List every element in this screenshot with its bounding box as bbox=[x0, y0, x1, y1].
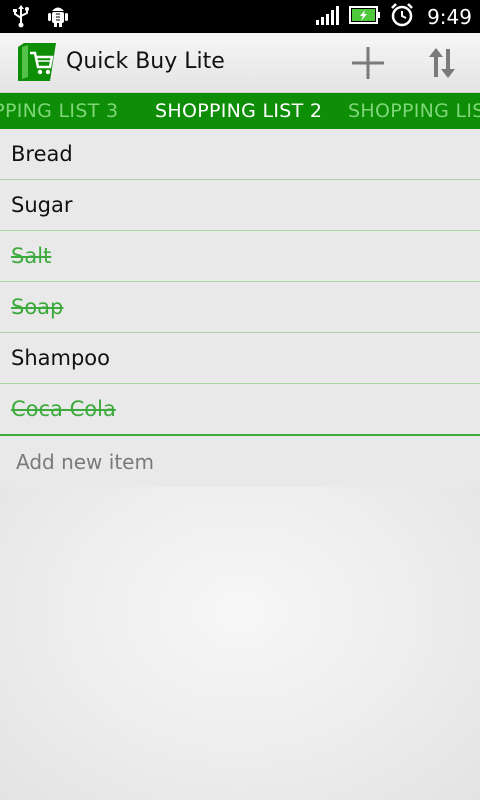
tab-shopping-list-2[interactable]: SHOPPING LIST 2 bbox=[155, 100, 322, 122]
add-icon[interactable] bbox=[348, 43, 388, 83]
battery-charging-icon bbox=[349, 5, 381, 29]
status-bar: 9:49 bbox=[0, 0, 480, 33]
shopping-list: Bread Sugar Salt Soap Shampoo Coca Cola bbox=[0, 129, 480, 435]
list-item-soap[interactable]: Soap bbox=[0, 282, 480, 333]
list-item-label: Salt bbox=[11, 244, 52, 268]
list-item-shampoo[interactable]: Shampoo bbox=[0, 333, 480, 384]
list-item-label: Bread bbox=[11, 142, 73, 166]
sort-icon[interactable] bbox=[422, 43, 462, 83]
empty-background bbox=[0, 487, 480, 800]
tab-shopping-list-3[interactable]: OPPING LIST 3 bbox=[0, 100, 118, 122]
usb-icon bbox=[10, 4, 32, 32]
add-item-row bbox=[0, 434, 480, 488]
android-debug-icon bbox=[46, 4, 70, 32]
alarm-icon bbox=[389, 2, 415, 32]
action-bar: Quick Buy Lite bbox=[0, 33, 480, 93]
list-tabs: OPPING LIST 3 SHOPPING LIST 2 SHOPPING L… bbox=[0, 93, 480, 129]
list-item-coca-cola[interactable]: Coca Cola bbox=[0, 384, 480, 435]
shopping-cart-icon[interactable] bbox=[16, 43, 58, 81]
list-item-bread[interactable]: Bread bbox=[0, 129, 480, 180]
app-title: Quick Buy Lite bbox=[66, 49, 225, 74]
add-item-input[interactable] bbox=[16, 450, 456, 474]
list-item-label: Soap bbox=[11, 295, 64, 319]
list-item-salt[interactable]: Salt bbox=[0, 231, 480, 282]
tab-shopping-list-next[interactable]: SHOPPING LIS bbox=[348, 100, 480, 122]
list-item-sugar[interactable]: Sugar bbox=[0, 180, 480, 231]
list-item-label: Sugar bbox=[11, 193, 73, 217]
status-time: 9:49 bbox=[427, 5, 472, 29]
list-item-label: Shampoo bbox=[11, 346, 110, 370]
signal-icon bbox=[315, 4, 341, 30]
list-item-label: Coca Cola bbox=[11, 397, 116, 421]
